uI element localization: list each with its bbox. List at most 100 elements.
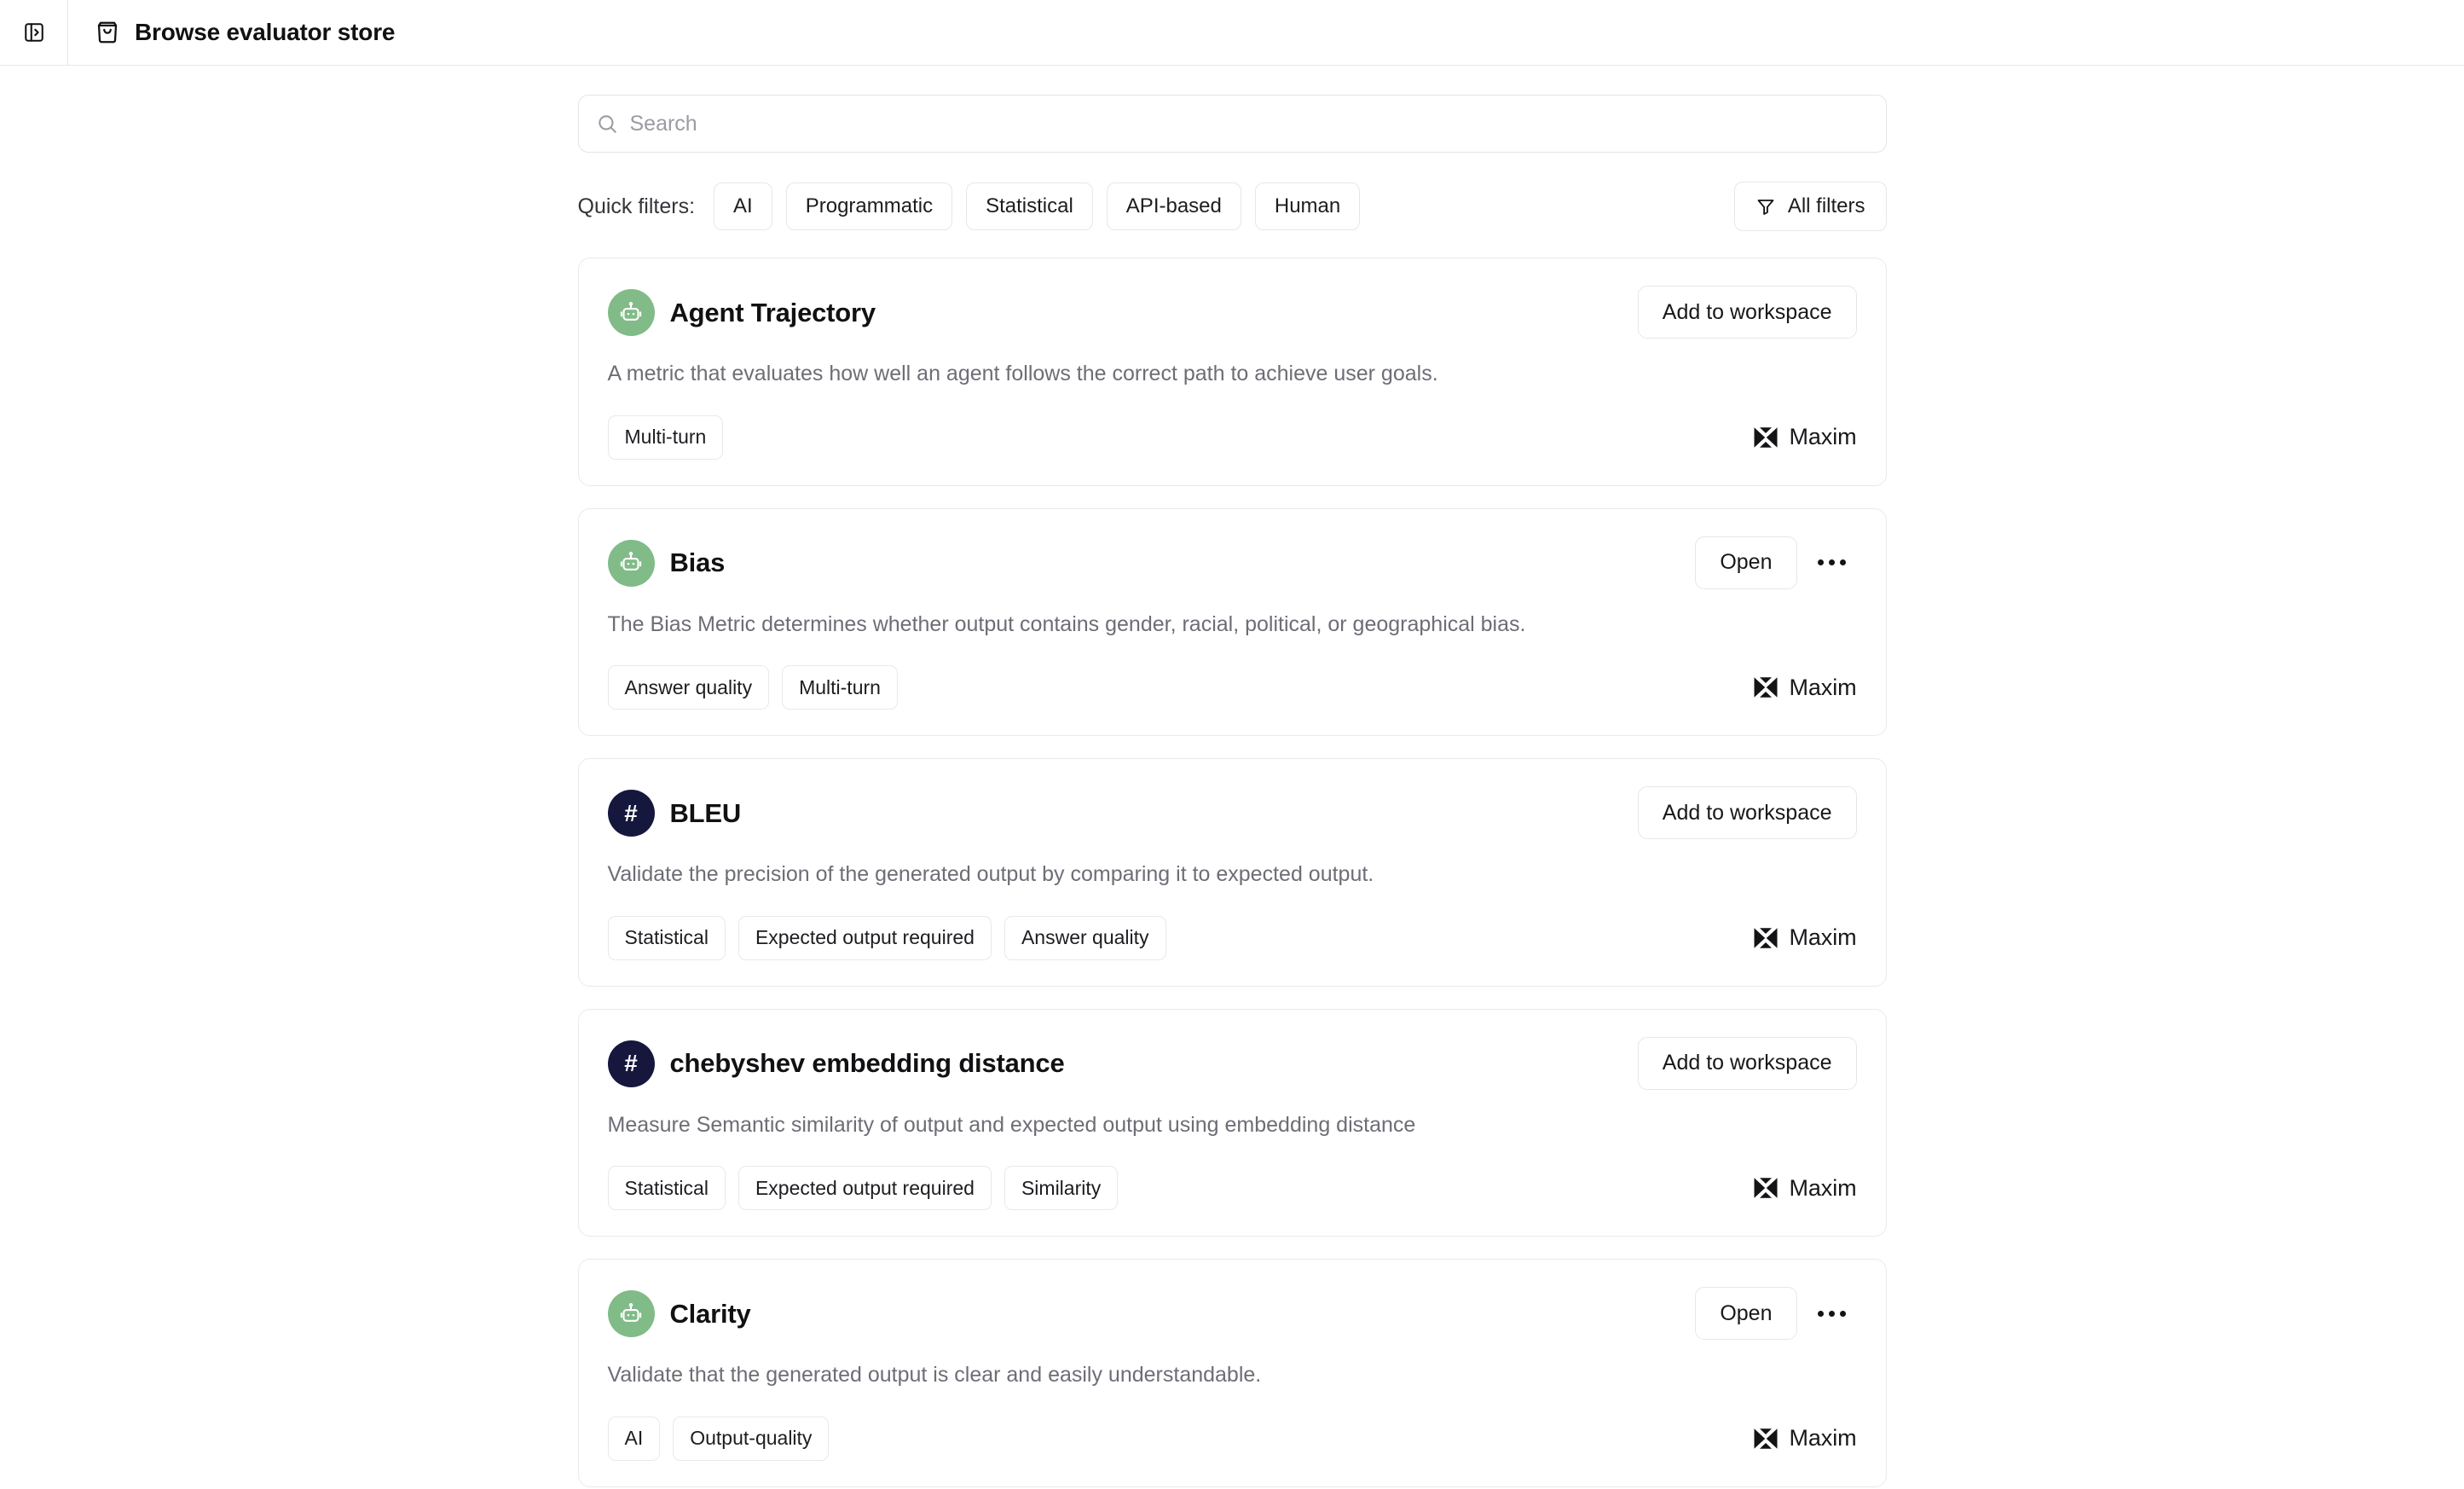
- provider-badge: Maxim: [1753, 1425, 1857, 1451]
- provider-name: Maxim: [1789, 424, 1857, 449]
- shopping-bag-icon: [95, 20, 120, 45]
- card-identity: # chebyshev embedding distance: [607, 1037, 1065, 1087]
- hash-glyph: #: [624, 1050, 638, 1076]
- evaluator-tag[interactable]: Answer quality: [1004, 915, 1166, 960]
- card-footer: AI Output-quality Maxim: [607, 1416, 1857, 1461]
- funnel-icon: [1755, 196, 1776, 217]
- provider-name: Maxim: [1789, 1174, 1857, 1201]
- evaluator-name: Bias: [669, 548, 726, 577]
- page-title: Browse evaluator store: [135, 19, 396, 45]
- evaluator-tags: Statistical Expected output required Answe…: [607, 915, 1166, 960]
- card-footer: Multi-turn Maxim: [607, 414, 1857, 460]
- quick-filters-label: Quick filters:: [577, 194, 696, 218]
- panel-right-icon[interactable]: [17, 15, 51, 49]
- provider-badge: Maxim: [1753, 675, 1857, 701]
- card-actions: Open: [1695, 1287, 1856, 1340]
- evaluator-tag[interactable]: Similarity: [1004, 1166, 1119, 1210]
- quick-filter-api-based[interactable]: API-based: [1106, 183, 1241, 230]
- evaluator-tags: Multi-turn: [607, 414, 724, 460]
- quick-filter-ai[interactable]: AI: [714, 183, 772, 230]
- page-content: Quick filters: AI Programmatic Statistic…: [0, 66, 2464, 1489]
- card-actions: Add to workspace: [1637, 286, 1857, 339]
- evaluator-tag[interactable]: Output-quality: [673, 1416, 830, 1461]
- maxim-bowtie-logo: [1754, 677, 1777, 698]
- evaluator-tags: Statistical Expected output required Simil…: [607, 1166, 1119, 1210]
- hash-icon: #: [607, 1040, 655, 1087]
- quick-filter-statistical[interactable]: Statistical: [966, 183, 1093, 230]
- center-column: Quick filters: AI Programmatic Statistic…: [577, 95, 1887, 1489]
- evaluator-tag[interactable]: Statistical: [607, 915, 726, 960]
- card-header: # chebyshev embedding distance Add to work…: [607, 1036, 1857, 1090]
- card-actions: Add to workspace: [1637, 1036, 1857, 1090]
- evaluator-name: Clarity: [669, 1298, 751, 1329]
- evaluator-card-list: Agent Trajectory Add to workspace A metric…: [577, 258, 1887, 1489]
- card-actions: Open: [1695, 536, 1856, 589]
- maxim-logo-icon: [1753, 676, 1779, 698]
- all-filters-button[interactable]: All filters: [1733, 182, 1887, 231]
- evaluator-description: Validate that the generated output is cl…: [607, 1363, 1262, 1387]
- maxim-bowtie-logo: [1754, 1428, 1777, 1449]
- evaluator-card[interactable]: Clarity Open Validate that the generated o…: [577, 1259, 1887, 1487]
- open-button[interactable]: Open: [1695, 1287, 1797, 1340]
- provider-badge: Maxim: [1753, 424, 1857, 450]
- evaluator-card[interactable]: Bias Open The Bias Metric determines wheth…: [577, 507, 1887, 736]
- quick-filter-programmatic[interactable]: Programmatic: [785, 183, 953, 230]
- maxim-bowtie-logo: [1754, 927, 1777, 948]
- add-to-workspace-button[interactable]: Add to workspace: [1637, 786, 1857, 839]
- more-options-icon[interactable]: [1808, 538, 1857, 588]
- robot-icon: [607, 1290, 655, 1337]
- evaluator-tags: AI Output-quality: [607, 1416, 830, 1461]
- evaluator-tag[interactable]: AI: [607, 1416, 661, 1461]
- evaluator-tag[interactable]: Multi-turn: [782, 665, 898, 710]
- evaluator-tags: Answer quality Multi-turn: [607, 665, 898, 710]
- evaluator-card[interactable]: # BLEU Add to workspace Validate the precis…: [577, 758, 1887, 987]
- add-to-workspace-button[interactable]: Add to workspace: [1637, 286, 1857, 339]
- quick-filter-chips: AI Programmatic Statistical API-based Hu…: [714, 183, 1361, 230]
- card-header: Clarity Open: [607, 1287, 1857, 1340]
- card-actions: Add to workspace: [1637, 786, 1857, 839]
- evaluator-tag[interactable]: Multi-turn: [607, 414, 724, 460]
- evaluator-card[interactable]: # chebyshev embedding distance Add to work…: [577, 1008, 1887, 1237]
- quick-filters-row: Quick filters: AI Programmatic Statistic…: [577, 182, 1887, 231]
- maxim-logo-icon: [1753, 1428, 1779, 1450]
- card-footer: Statistical Expected output required Answe…: [607, 915, 1857, 960]
- open-button[interactable]: Open: [1695, 536, 1797, 589]
- evaluator-tag[interactable]: Answer quality: [607, 665, 770, 710]
- quick-filter-human[interactable]: Human: [1254, 183, 1361, 230]
- robot-icon: [607, 539, 655, 587]
- evaluator-description: Measure Semantic similarity of output an…: [607, 1112, 1416, 1137]
- provider-name: Maxim: [1789, 674, 1857, 700]
- evaluator-name: BLEU: [669, 797, 742, 828]
- search-input[interactable]: [629, 111, 1869, 136]
- evaluator-name: Agent Trajectory: [669, 297, 876, 327]
- provider-name: Maxim: [1789, 1425, 1857, 1451]
- provider-name: Maxim: [1789, 924, 1857, 950]
- hash-glyph: #: [624, 799, 638, 826]
- evaluator-tag[interactable]: Expected output required: [737, 915, 992, 960]
- top-bar-left-slot: [0, 0, 68, 66]
- card-footer: Answer quality Multi-turn Maxim: [607, 665, 1857, 710]
- maxim-logo-icon: [1753, 927, 1779, 949]
- provider-badge: Maxim: [1753, 1175, 1857, 1202]
- card-identity: Clarity: [607, 1287, 751, 1337]
- all-filters-label: All filters: [1787, 194, 1865, 217]
- more-options-icon[interactable]: [1808, 1289, 1857, 1338]
- card-identity: # BLEU: [607, 786, 742, 837]
- evaluator-description: Validate the precision of the generated …: [607, 862, 1374, 886]
- provider-badge: Maxim: [1753, 924, 1857, 951]
- card-header: # BLEU Add to workspace: [607, 786, 1857, 839]
- card-identity: Bias: [607, 536, 726, 587]
- evaluator-tag[interactable]: Expected output required: [737, 1166, 992, 1210]
- card-header: Bias Open: [607, 536, 1857, 589]
- add-to-workspace-button[interactable]: Add to workspace: [1637, 1036, 1857, 1090]
- top-bar: Browse evaluator store: [0, 0, 2464, 66]
- evaluator-card[interactable]: Agent Trajectory Add to workspace A metric…: [577, 258, 1887, 486]
- search-bar[interactable]: [577, 95, 1887, 153]
- search-icon: [596, 113, 618, 135]
- card-footer: Statistical Expected output required Simil…: [607, 1166, 1857, 1210]
- evaluator-description: A metric that evaluates how well an agen…: [607, 362, 1438, 385]
- evaluator-description: The Bias Metric determines whether outpu…: [607, 611, 1526, 636]
- card-header: Agent Trajectory Add to workspace: [607, 286, 1857, 339]
- robot-icon: [607, 289, 655, 336]
- evaluator-tag[interactable]: Statistical: [607, 1166, 726, 1210]
